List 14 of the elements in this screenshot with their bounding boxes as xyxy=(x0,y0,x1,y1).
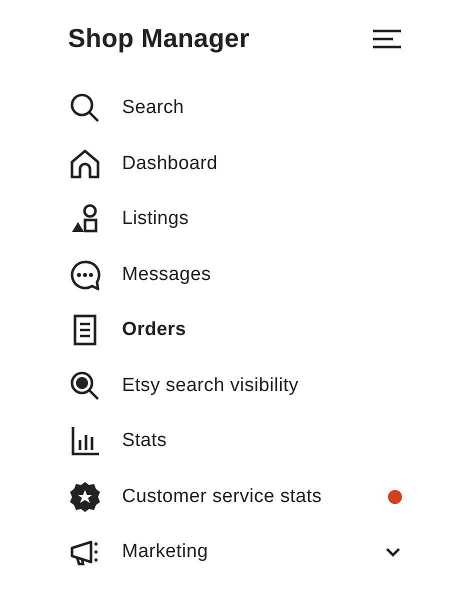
nav-item[interactable]: Stats xyxy=(68,414,402,470)
star-badge-icon xyxy=(68,480,102,514)
page-title: Shop Manager xyxy=(68,22,250,54)
nav-item[interactable]: Messages xyxy=(68,247,402,303)
chat-bubble-icon xyxy=(68,258,102,292)
nav-item[interactable]: Etsy search visibility xyxy=(68,358,402,414)
nav-item[interactable]: Customer service stats xyxy=(68,469,402,525)
nav-item[interactable]: Dashboard xyxy=(68,136,402,192)
nav-item[interactable]: Marketing xyxy=(68,524,402,580)
nav-item[interactable]: Orders xyxy=(68,302,402,358)
nav-item[interactable]: Listings xyxy=(68,192,402,248)
menu-icon xyxy=(372,26,402,51)
house-icon xyxy=(68,146,102,181)
nav-item[interactable]: Search xyxy=(68,80,402,136)
